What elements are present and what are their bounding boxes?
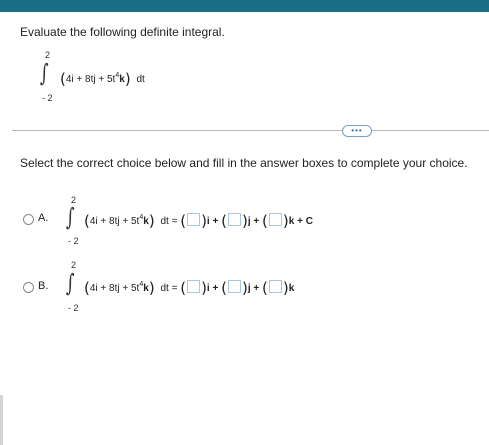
- integrand-differential: dt: [136, 74, 145, 85]
- choice-a-terms: 4i + 8tj + 5t: [89, 216, 140, 227]
- choice-a-dt: dt =: [160, 216, 178, 227]
- instructions-text: Select the correct choice below and fill…: [20, 156, 468, 170]
- choice-b-answer-i[interactable]: [187, 280, 201, 293]
- choice-b-lower-limit: - 2: [68, 303, 79, 313]
- more-options-button[interactable]: •••: [342, 125, 372, 137]
- choice-b-i-label: i +: [206, 283, 219, 294]
- choice-b-k-label: k: [288, 283, 295, 294]
- choice-b-answer-k[interactable]: [268, 280, 282, 293]
- choice-b-answer-j[interactable]: [227, 280, 241, 293]
- choice-b-j-label: j +: [247, 283, 260, 294]
- choice-a-j-label: j +: [247, 216, 260, 227]
- choice-a-integral-icon: ∫: [65, 203, 75, 231]
- choice-b-radio[interactable]: [23, 282, 34, 293]
- integrand: (4i + 8tj + 5t4k) dt: [60, 70, 145, 88]
- question-prompt: Evaluate the following definite integral…: [20, 25, 225, 39]
- choice-a-radio[interactable]: [23, 214, 34, 225]
- integrand-terms: 4i + 8tj + 5t: [65, 74, 116, 85]
- choice-b-integral-icon: ∫: [65, 269, 75, 297]
- left-scroll-edge: [0, 395, 3, 445]
- choice-b-expression: (4i + 8tj + 5t4k) dt = ()i + ()j + ()k: [84, 279, 295, 297]
- choice-a-i-label: i +: [206, 216, 219, 227]
- choice-a-answer-i[interactable]: [187, 213, 201, 226]
- header-bar: [0, 0, 489, 12]
- choice-b-letter: B.: [38, 280, 49, 292]
- choice-a-expression: (4i + 8tj + 5t4k) dt = ()i + ()j + ()k +…: [84, 212, 313, 230]
- choice-a-answer-j[interactable]: [227, 213, 241, 226]
- choice-a-lower-limit: - 2: [68, 236, 79, 246]
- choice-a-k-label: k + C: [288, 216, 313, 227]
- integral-sign-icon: ∫: [39, 59, 49, 87]
- lower-limit: - 2: [42, 93, 53, 103]
- choice-b-dt: dt =: [160, 283, 178, 294]
- section-divider: [12, 130, 489, 131]
- choice-b-terms: 4i + 8tj + 5t: [89, 283, 140, 294]
- choice-a-answer-k[interactable]: [268, 213, 282, 226]
- choice-a-letter: A.: [38, 212, 49, 224]
